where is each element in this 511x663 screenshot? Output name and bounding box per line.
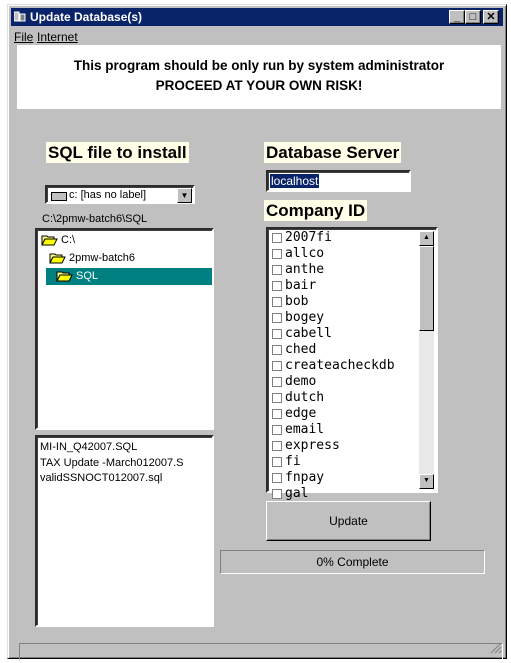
server-input-value: localhost: [270, 174, 320, 188]
checkbox[interactable]: [272, 280, 282, 291]
scroll-thumb[interactable]: [419, 246, 434, 331]
checkbox[interactable]: [272, 328, 282, 339]
dir-item-root[interactable]: C:\: [41, 232, 75, 249]
company-list-scrollbar[interactable]: ▲ ▼: [419, 231, 434, 489]
drive-select-value: c: [has no label]: [69, 189, 147, 201]
scroll-down-icon[interactable]: ▼: [419, 474, 434, 489]
close-button[interactable]: ✕: [483, 10, 499, 24]
open-folder-icon: [56, 271, 73, 282]
dir-item-batch[interactable]: 2pmw-batch6: [49, 250, 135, 267]
maximize-button[interactable]: □: [465, 10, 481, 24]
company-item[interactable]: createacheckdb: [272, 358, 395, 374]
checkbox[interactable]: [272, 264, 282, 275]
menu-internet[interactable]: Internet: [37, 30, 78, 44]
file-item[interactable]: TAX Update -March012007.S: [40, 456, 212, 472]
scroll-up-icon[interactable]: ▲: [419, 231, 434, 246]
close-icon: ✕: [486, 11, 496, 23]
company-item[interactable]: bair: [272, 278, 395, 294]
checkbox[interactable]: [272, 440, 282, 451]
resize-grip-icon[interactable]: [490, 642, 502, 654]
company-label: cabell: [285, 326, 332, 341]
company-label: demo: [285, 374, 317, 389]
company-item[interactable]: fnpay: [272, 470, 395, 486]
title-bar[interactable]: Update Database(s) _ □ ✕: [11, 8, 503, 26]
drive-icon: [51, 192, 67, 201]
company-id-header: Company ID: [264, 200, 368, 221]
company-label: edge: [285, 406, 317, 421]
company-item[interactable]: allco: [272, 246, 395, 262]
company-item[interactable]: bogey: [272, 310, 395, 326]
checkbox[interactable]: [272, 408, 282, 419]
checkbox[interactable]: [272, 376, 282, 387]
company-item[interactable]: gal: [272, 486, 395, 502]
company-item[interactable]: email: [272, 422, 395, 438]
company-label: gal: [285, 486, 309, 501]
company-item[interactable]: express: [272, 438, 395, 454]
warning-line-1: This program should be only run by syste…: [73, 58, 445, 73]
maximize-icon: □: [469, 11, 477, 23]
company-label: fnpay: [285, 470, 325, 485]
open-folder-icon: [41, 235, 58, 246]
company-label: dutch: [285, 390, 325, 405]
database-server-header: Database Server: [264, 142, 402, 163]
company-label: bob: [285, 294, 309, 309]
company-item[interactable]: cabell: [272, 326, 395, 342]
minimize-button[interactable]: _: [449, 10, 465, 24]
company-label: bair: [285, 278, 317, 293]
app-icon: [14, 11, 26, 22]
sql-file-header: SQL file to install: [46, 142, 189, 163]
open-folder-icon: [49, 253, 66, 264]
sql-file-list[interactable]: MI-IN_Q42007.SQL TAX Update -March012007…: [35, 435, 214, 627]
menu-file[interactable]: File: [14, 30, 33, 44]
warning-line-2: PROCEED AT YOUR OWN RISK!: [155, 78, 363, 93]
checkbox[interactable]: [272, 456, 282, 467]
directory-list[interactable]: C:\ 2pmw-batch6 SQL: [35, 228, 214, 430]
checkbox[interactable]: [272, 232, 282, 243]
checkbox[interactable]: [272, 248, 282, 259]
server-input[interactable]: localhost: [266, 170, 411, 192]
company-item[interactable]: edge: [272, 406, 395, 422]
update-database-window: Update Database(s) _ □ ✕ File Internet T…: [7, 4, 507, 660]
progress-bar: 0% Complete: [220, 550, 485, 574]
current-path: C:\2pmw-batch6\SQL: [42, 213, 148, 225]
file-item[interactable]: MI-IN_Q42007.SQL: [40, 440, 212, 456]
company-item[interactable]: dutch: [272, 390, 395, 406]
company-label: express: [285, 438, 340, 453]
checkbox[interactable]: [272, 392, 282, 403]
company-label: ched: [285, 342, 317, 357]
chevron-down-icon[interactable]: ▼: [177, 188, 192, 203]
company-item[interactable]: bob: [272, 294, 395, 310]
checkbox[interactable]: [272, 424, 282, 435]
company-label: email: [285, 422, 325, 437]
update-button[interactable]: Update: [266, 501, 431, 541]
company-list[interactable]: 2007fi allco anthe bair bob bogey cabell ched cr…: [266, 227, 438, 501]
company-label: 2007fi: [285, 230, 332, 245]
checkbox[interactable]: [272, 296, 282, 307]
drive-select[interactable]: c: [has no label] ▼: [45, 185, 195, 204]
company-label: fi: [285, 454, 301, 469]
checkbox[interactable]: [272, 360, 282, 371]
company-label: allco: [285, 246, 325, 261]
company-item[interactable]: demo: [272, 374, 395, 390]
window-title: Update Database(s): [30, 10, 143, 24]
company-label: bogey: [285, 310, 325, 325]
minimize-icon: _: [453, 11, 461, 23]
checkbox[interactable]: [272, 488, 282, 499]
admin-warning-banner: This program should be only run by syste…: [17, 45, 501, 109]
company-item[interactable]: fi: [272, 454, 395, 470]
checkbox[interactable]: [272, 312, 282, 323]
checkbox[interactable]: [272, 344, 282, 355]
dir-item-sql-selected[interactable]: SQL: [46, 268, 212, 285]
company-item[interactable]: anthe: [272, 262, 395, 278]
file-item[interactable]: validSSNOCT012007.sql: [40, 471, 212, 487]
status-bar: [19, 643, 503, 660]
checkbox[interactable]: [272, 472, 282, 483]
company-label: createacheckdb: [285, 358, 395, 373]
company-label: anthe: [285, 262, 325, 277]
company-item[interactable]: ched: [272, 342, 395, 358]
company-item[interactable]: 2007fi: [272, 230, 395, 246]
